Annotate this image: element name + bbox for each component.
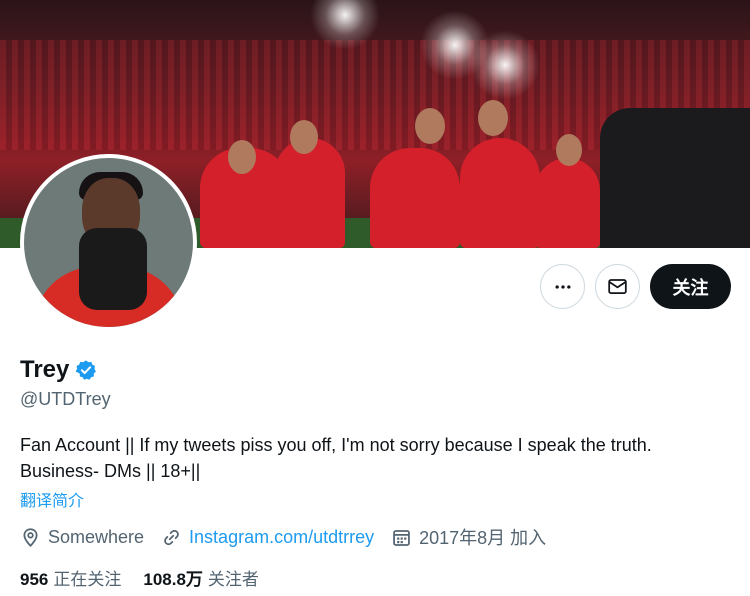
message-button[interactable] [595, 264, 640, 309]
location-item: Somewhere [20, 527, 144, 548]
banner-player-head [415, 108, 445, 144]
followers-stat[interactable]: 108.8万 关注者 [143, 565, 259, 590]
followers-label: 关注者 [207, 570, 259, 589]
user-handle: @UTDTrey [20, 389, 111, 409]
bio-line: Fan Account || If my tweets piss you off… [20, 435, 652, 455]
more-icon [555, 284, 570, 289]
website-item: Instagram.com/utdtrrey [161, 527, 374, 548]
banner-player [370, 148, 460, 248]
following-stat[interactable]: 956 正在关注 [20, 565, 121, 590]
banner-player [275, 138, 345, 248]
translate-bio-link[interactable]: 翻译简介 [20, 487, 84, 511]
banner-player-head [556, 134, 582, 166]
follow-button[interactable]: 关注 [650, 264, 731, 309]
avatar[interactable] [20, 154, 197, 331]
followers-count: 108.8万 [143, 570, 203, 589]
banner-player [535, 158, 600, 248]
joined-item: 2017年8月 加入 [391, 524, 546, 550]
location-pin-icon [23, 527, 38, 547]
banner-player [460, 138, 540, 248]
banner-player-head [228, 140, 256, 174]
joined-date: 2017年8月 加入 [419, 528, 547, 548]
following-count: 956 [20, 570, 49, 589]
mail-icon [608, 279, 627, 294]
banner-camera [600, 108, 750, 248]
bio-line: Business- DMs || 18+|| [20, 461, 201, 481]
website-link[interactable]: Instagram.com/utdtrrey [189, 527, 374, 548]
following-label: 正在关注 [53, 570, 122, 589]
more-button[interactable] [540, 264, 585, 309]
banner-player-head [290, 120, 318, 154]
bio: Fan Account || If my tweets piss you off… [20, 432, 730, 484]
avatar-snood [79, 228, 147, 310]
link-icon [164, 529, 179, 545]
follow-stats: 956 正在关注 108.8万 关注者 [20, 565, 281, 590]
name-row: Trey [20, 356, 97, 384]
location-text: Somewhere [48, 526, 145, 547]
banner-player-head [478, 100, 508, 136]
profile-meta: Somewhere Instagram.com/utdtrrey 2017年8月… [20, 524, 563, 550]
stadium-light [470, 30, 540, 100]
verified-badge-icon[interactable] [75, 359, 97, 381]
calendar-icon [393, 529, 410, 546]
display-name: Trey [20, 356, 70, 383]
